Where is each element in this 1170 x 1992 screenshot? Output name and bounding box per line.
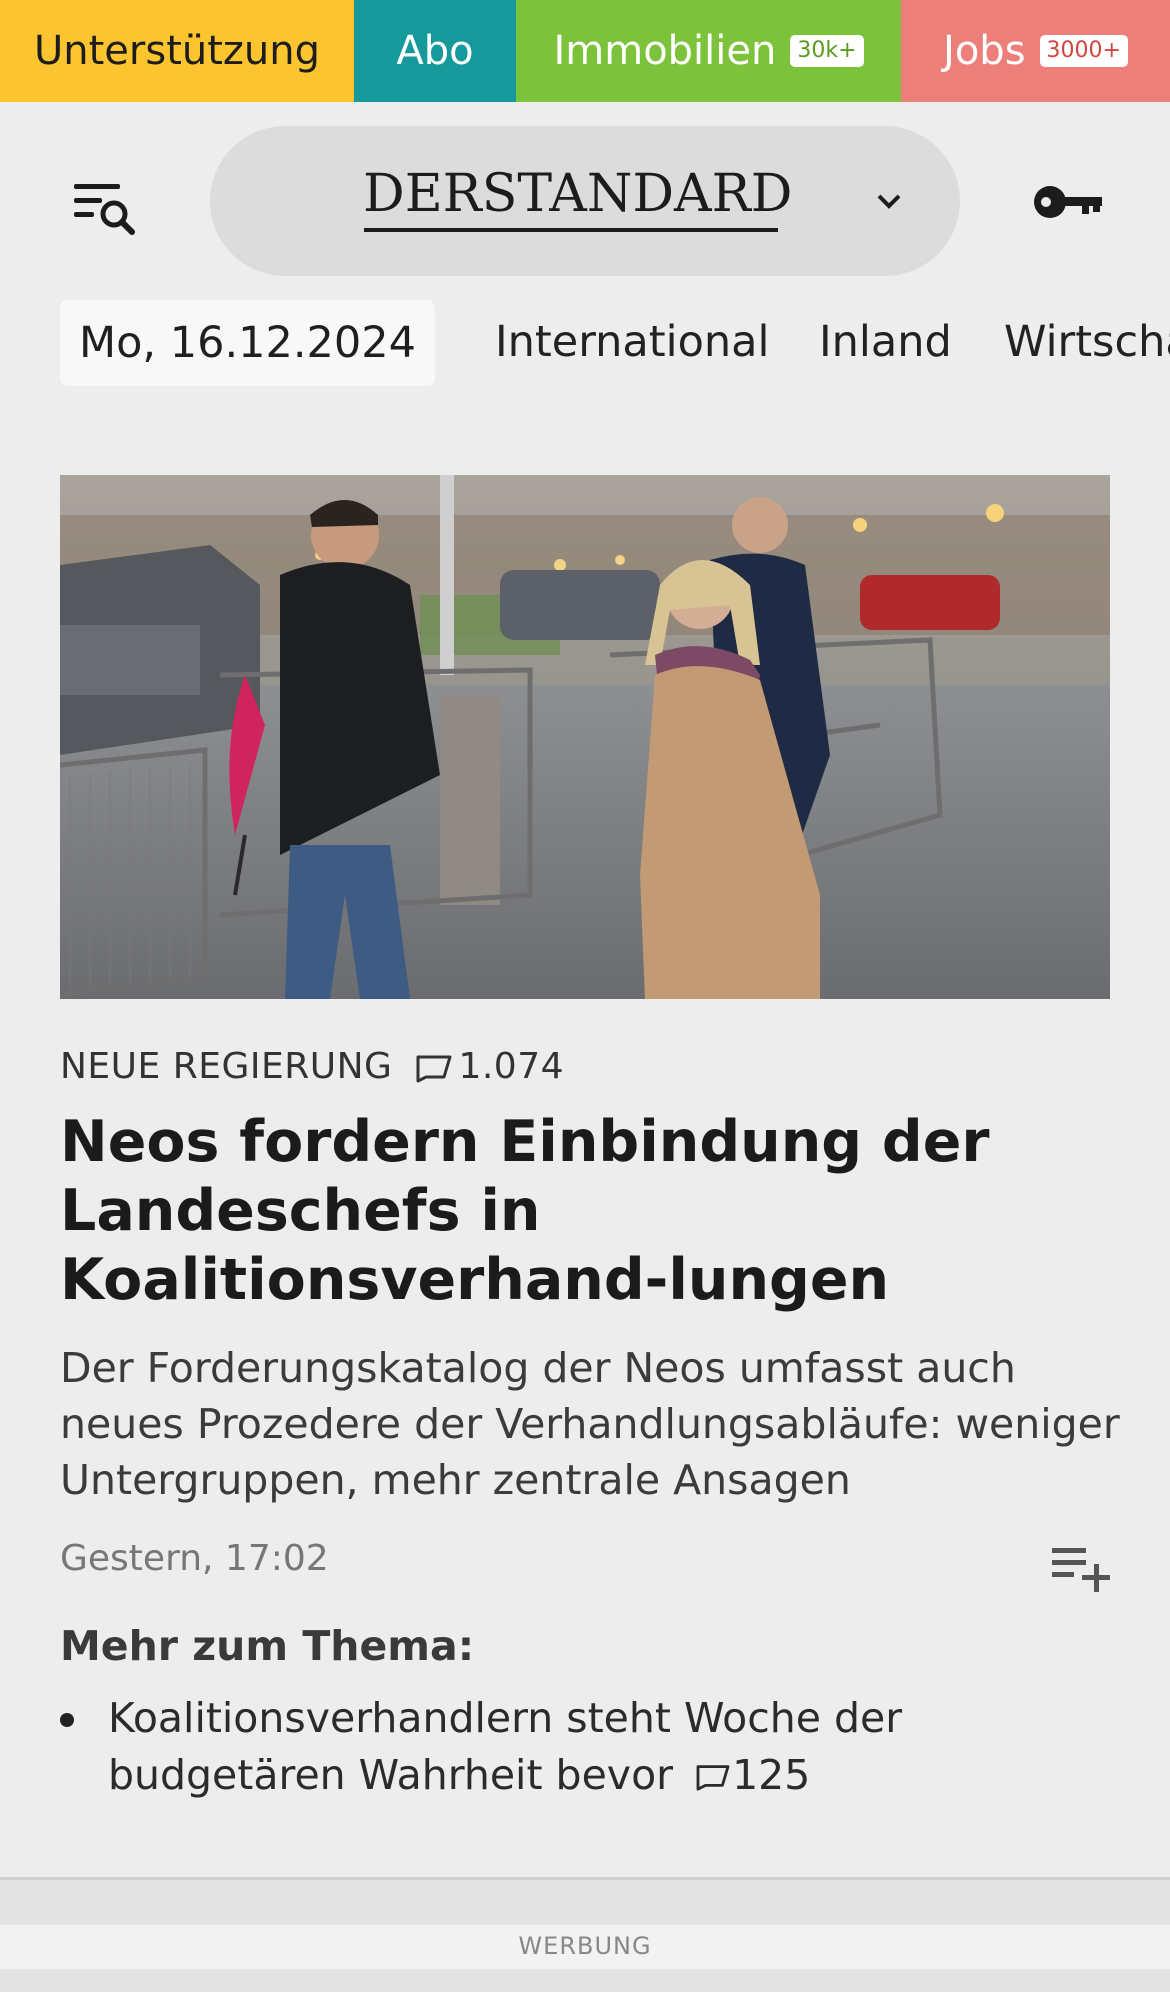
article-lead: Der Forderungskatalog der Neos umfasst a…	[60, 1344, 1120, 1504]
immobilien-count-badge: 30k+	[790, 35, 864, 67]
immobilien-label: Immobilien	[553, 28, 777, 74]
logo-edition-selector[interactable]: DERSTANDARD	[210, 126, 960, 276]
menu-search-icon	[74, 184, 135, 235]
article-timestamp: Gestern, 17:02	[60, 1538, 329, 1579]
comment-icon	[696, 1765, 730, 1791]
nav-item-inland[interactable]: Inland	[819, 312, 952, 372]
article-hero-image[interactable]	[60, 475, 1110, 999]
nav-item-wirtschaft[interactable]: Wirtscha	[1004, 312, 1170, 372]
hero-photo	[60, 475, 1110, 999]
article-headline[interactable]: Neos fordern Einbindung der Landeschefs …	[60, 1108, 1110, 1315]
related-article-link[interactable]: Koalitionsverhandlern steht Woche der bu…	[108, 1690, 1068, 1804]
immobilien-button[interactable]: Immobilien 30k+	[516, 0, 901, 102]
list-bullet	[60, 1713, 74, 1727]
site-logo: DERSTANDARD	[363, 164, 793, 224]
nav-item-international[interactable]: International	[495, 312, 769, 372]
jobs-label: Jobs	[943, 28, 1026, 74]
login-button[interactable]	[1032, 180, 1106, 224]
abo-button[interactable]: Abo	[354, 0, 516, 102]
playlist-add-icon	[1052, 1548, 1110, 1592]
article-kicker: NEUE REGIERUNG 1.074	[60, 1046, 564, 1087]
chevron-down-icon	[877, 194, 901, 209]
comment-count[interactable]: 1.074	[458, 1046, 564, 1087]
related-comment-count-value: 125	[732, 1751, 811, 1799]
key-icon	[1034, 186, 1102, 218]
ad-label: WERBUNG	[518, 1932, 652, 1960]
logo-underline	[364, 228, 778, 232]
add-to-reading-list-button[interactable]	[1050, 1544, 1110, 1592]
related-comment-count: 125	[686, 1751, 810, 1799]
jobs-count-badge: 3000+	[1039, 35, 1128, 67]
related-section-title: Mehr zum Thema:	[60, 1622, 475, 1670]
current-date: Mo, 16.12.2024	[60, 300, 435, 386]
support-button[interactable]: Unterstützung	[0, 0, 354, 102]
kicker-label: NEUE REGIERUNG	[60, 1046, 393, 1087]
abo-label: Abo	[396, 28, 474, 74]
service-bar: Unterstützung Abo Immobilien 30k+ Jobs 3…	[0, 0, 1170, 102]
jobs-button[interactable]: Jobs 3000+	[901, 0, 1170, 102]
menu-search-button[interactable]	[70, 178, 140, 240]
support-label: Unterstützung	[33, 28, 320, 74]
comment-icon	[416, 1055, 452, 1082]
